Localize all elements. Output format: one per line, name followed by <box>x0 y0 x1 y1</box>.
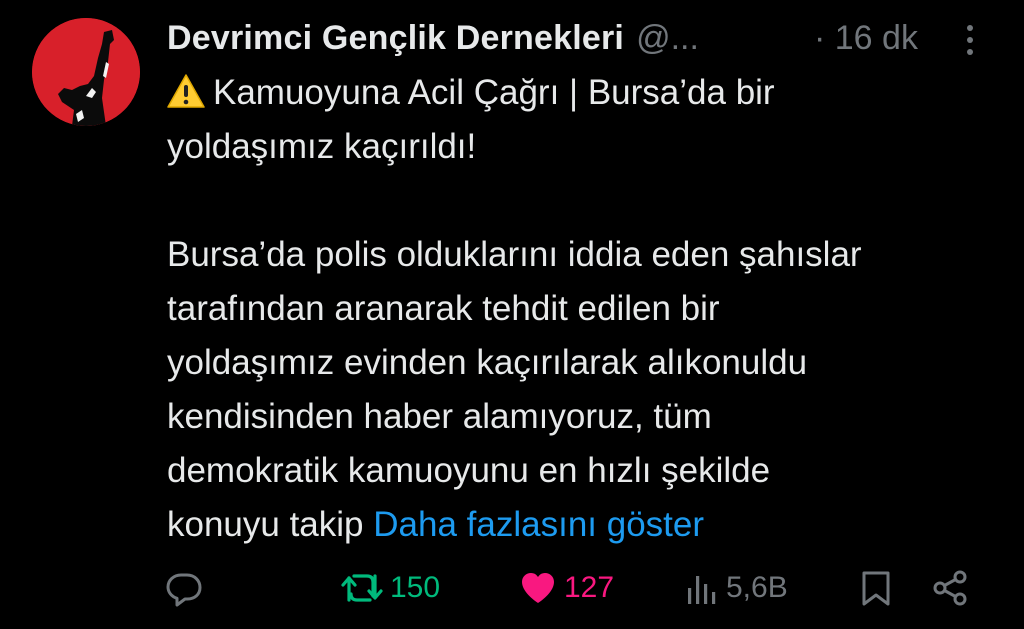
bookmark-button[interactable] <box>858 560 894 616</box>
like-button[interactable]: 127 <box>518 560 614 616</box>
tweet-line: kendisinden haber alamıyoruz, tüm <box>167 397 712 436</box>
views-button[interactable]: 5,6B <box>686 560 788 616</box>
retweet-button[interactable]: 150 <box>340 560 440 616</box>
display-name[interactable]: Devrimci Gençlik Dernekleri <box>167 19 624 58</box>
more-button[interactable] <box>958 20 982 60</box>
share-button[interactable] <box>930 560 970 616</box>
action-bar: 150 127 5,6B <box>0 560 1024 616</box>
tweet[interactable]: Devrimci Gençlik Dernekleri @... · 16 dk… <box>0 0 1024 629</box>
tweet-line-text: Kamuoyuna Acil Çağrı | Bursa’da bir <box>213 73 775 112</box>
retweet-count: 150 <box>390 571 441 604</box>
timestamp[interactable]: · 16 dk <box>814 14 918 62</box>
avatar[interactable] <box>32 18 140 126</box>
tweet-line: Kamuoyuna Acil Çağrı | Bursa’da bir <box>167 66 997 120</box>
reply-button[interactable] <box>164 560 204 616</box>
reply-icon <box>166 573 202 607</box>
tweet-line: yoldaşımız evinden kaçırılarak alıkonuld… <box>167 343 808 382</box>
tweet-line: demokratik kamuoyunu en hızlı şekilde <box>167 451 771 490</box>
tweet-line: tarafından aranarak tehdit edilen bir <box>167 289 720 328</box>
views-chart-icon <box>688 576 716 604</box>
tweet-line: Bursa’da polis olduklarını iddia eden şa… <box>167 235 862 274</box>
bookmark-icon <box>862 571 890 606</box>
tweet-line-text: konuyu takip <box>167 505 364 544</box>
author-handle[interactable]: @... <box>636 19 699 58</box>
warning-icon <box>167 74 205 108</box>
like-count: 127 <box>564 571 615 604</box>
share-icon <box>933 570 967 606</box>
views-count: 5,6B <box>726 571 788 604</box>
raised-fist-figure-icon <box>32 18 140 126</box>
show-more-link[interactable]: Daha fazlasını göster <box>373 505 704 544</box>
heart-filled-icon <box>522 573 554 603</box>
more-vertical-icon <box>967 25 973 55</box>
tweet-line: konuyu takip Daha fazlasını göster <box>167 498 997 552</box>
tweet-line: yoldaşımız kaçırıldı! <box>167 127 477 166</box>
tweet-header: Devrimci Gençlik Dernekleri @... <box>167 14 699 62</box>
retweet-icon <box>341 574 383 602</box>
tweet-text: Kamuoyuna Acil Çağrı | Bursa’da bir yold… <box>167 66 997 552</box>
